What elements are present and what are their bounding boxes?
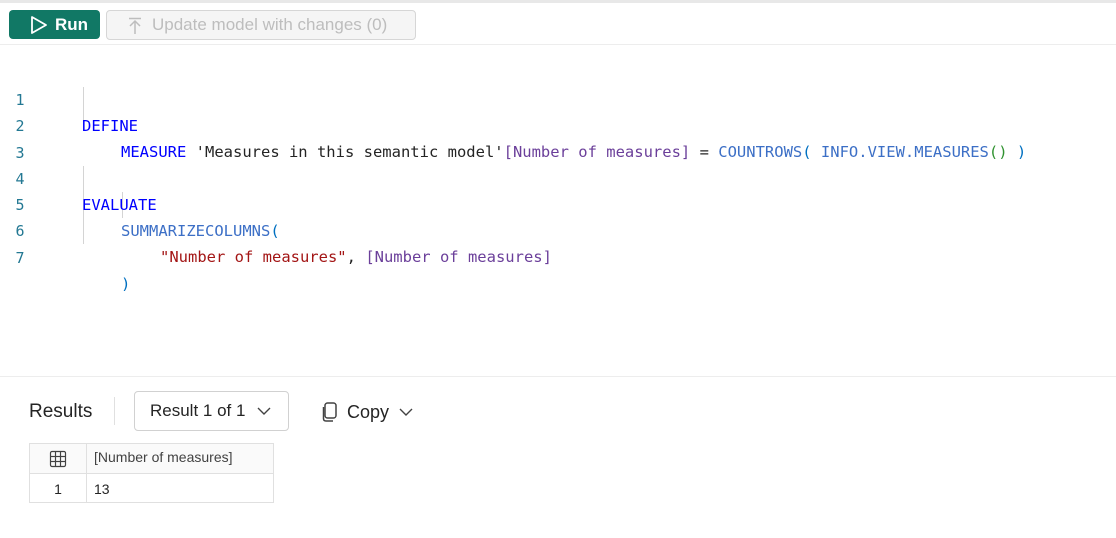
update-model-button[interactable]: Update model with changes (0) xyxy=(106,10,416,40)
play-icon xyxy=(31,16,47,34)
arrow-up-icon xyxy=(129,17,141,34)
code-line: 6 "Number of measures", [Number of measu… xyxy=(0,192,1116,266)
close-paren: ) xyxy=(121,275,131,293)
comma: , xyxy=(346,248,366,266)
copy-button[interactable]: Copy xyxy=(322,400,413,424)
code-line: 4 EVALUATE xyxy=(0,140,1116,214)
table-icon xyxy=(49,450,67,468)
results-table: [Number of measures] 1 13 xyxy=(29,443,274,503)
code-line: 5 SUMMARIZECOLUMNS( xyxy=(0,166,1116,240)
result-selector-label: Result 1 of 1 xyxy=(150,401,246,420)
code-line: 3 xyxy=(0,114,1116,162)
code-line: 1 DEFINE xyxy=(0,61,1116,135)
line-number: 7 xyxy=(15,249,25,267)
results-heading: Results xyxy=(29,401,93,422)
run-button[interactable]: Run xyxy=(9,10,100,39)
toolbar: Run Update model with changes (0) xyxy=(0,3,1116,45)
code-line: 2 MEASURE 'Measures in this semantic mod… xyxy=(0,87,1116,161)
chevron-down-icon[interactable] xyxy=(399,408,413,417)
table-cell[interactable]: 13 xyxy=(94,481,110,497)
measure-reference: [Number of measures] xyxy=(365,248,552,266)
string-literal: "Number of measures" xyxy=(160,248,347,266)
column-header[interactable]: [Number of measures] xyxy=(94,449,233,465)
update-model-label: Update model with changes (0) xyxy=(152,15,388,34)
copy-icon xyxy=(322,402,337,422)
dax-code-editor[interactable]: 1 DEFINE 2 MEASURE 'Measures in this sem… xyxy=(0,46,1116,377)
divider xyxy=(114,397,115,425)
code-line: 7 ) xyxy=(0,219,1116,293)
row-number: 1 xyxy=(54,481,62,497)
chevron-down-icon xyxy=(257,407,271,415)
run-label: Run xyxy=(55,14,89,34)
column-divider xyxy=(86,444,87,502)
result-selector-dropdown[interactable]: Result 1 of 1 xyxy=(134,391,289,431)
copy-label: Copy xyxy=(347,401,390,422)
